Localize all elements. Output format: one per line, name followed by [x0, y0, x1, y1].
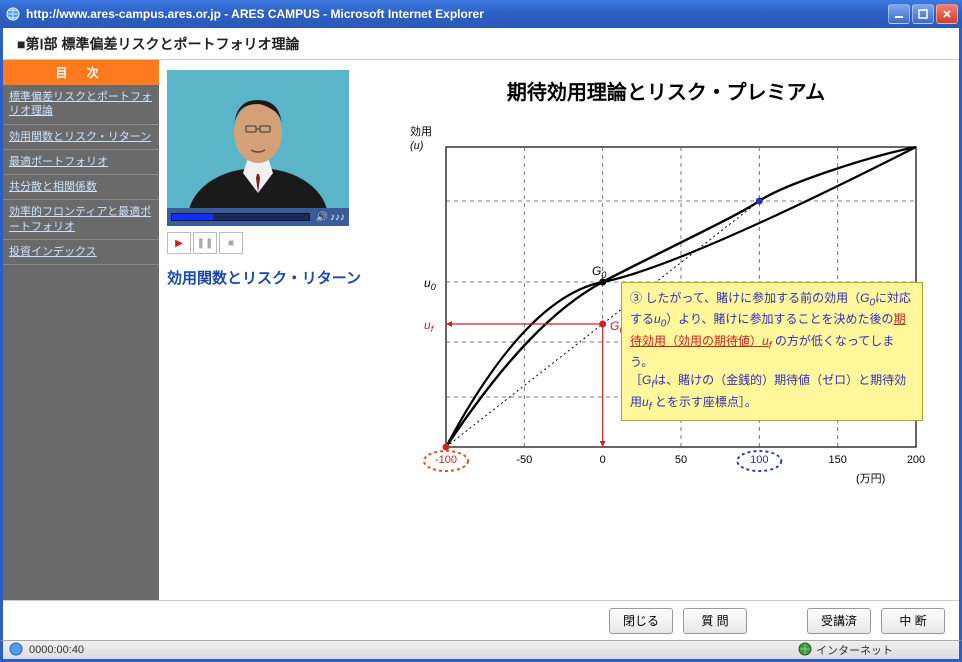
status-zone-label: インターネット [816, 642, 893, 658]
svg-text:150: 150 [829, 454, 847, 466]
y-ref-uf: uf [424, 318, 435, 334]
window-titlebar: http://www.ares-campus.ares.or.jp - ARES… [0, 0, 962, 28]
marker-gf [599, 321, 606, 328]
y-axis-label: 効用 [410, 124, 432, 138]
ie-status-icon [9, 642, 25, 658]
svg-text:100: 100 [750, 454, 768, 466]
minimize-button[interactable] [888, 4, 910, 24]
question-button[interactable]: 質 問 [683, 608, 747, 634]
svg-text:-100: -100 [435, 454, 457, 466]
toc-item-0[interactable]: 標準偏差リスクとポートフォリオ理論 [3, 85, 159, 125]
window-buttons [888, 4, 958, 24]
content-area: 🔊 ♪♪♪ ▶ ❚❚ ■ 効用関数とリスク・リターン 期待効用理論とリスク・プレ… [159, 60, 959, 600]
course-header: ■第Ⅰ部 標準偏差リスクとポートフォリオ理論 [3, 28, 959, 60]
video-progress-bar[interactable]: 🔊 ♪♪♪ [167, 208, 349, 226]
svg-text:-50: -50 [516, 454, 532, 466]
x-tick-labels: -100 -50 0 50 100 150 200 [435, 454, 925, 466]
page-frame: ■第Ⅰ部 標準偏差リスクとポートフォリオ理論 目 次 標準偏差リスクとポートフォ… [0, 28, 962, 640]
status-bar: 0000:00:40 インターネット [0, 640, 962, 662]
marker-neg100 [443, 444, 450, 451]
toc-item-3[interactable]: 共分散と相関係数 [3, 175, 159, 200]
svg-text:0: 0 [600, 454, 606, 466]
video-column: 🔊 ♪♪♪ ▶ ❚❚ ■ 効用関数とリスク・リターン [167, 70, 373, 590]
video-controls: ▶ ❚❚ ■ [167, 232, 373, 254]
chart-annotation: ③ したがって、賭けに参加する前の効用（G0に対応するu0）より、賭けに参加する… [621, 282, 923, 421]
chart-area: 期待効用理論とリスク・プレミアム 効用 (u) [381, 70, 951, 590]
status-zone: インターネット [798, 642, 953, 659]
pause-button[interactable]: ❚❚ [193, 232, 217, 254]
interrupt-button[interactable]: 中 断 [881, 608, 945, 634]
volume-icon[interactable]: 🔊 [316, 212, 328, 223]
svg-text:200: 200 [907, 454, 925, 466]
volume-label: ♪♪♪ [330, 212, 345, 223]
toc-item-5[interactable]: 投資インデックス [3, 240, 159, 265]
internet-zone-icon [798, 642, 812, 659]
close-button[interactable]: 閉じる [609, 608, 673, 634]
close-window-button[interactable] [936, 4, 958, 24]
x-axis-label: (万円) [856, 473, 885, 485]
status-time: 0000:00:40 [29, 644, 84, 656]
chart-title: 期待効用理論とリスク・プレミアム [381, 76, 951, 105]
toc-sidebar: 目 次 標準偏差リスクとポートフォリオ理論 効用関数とリスク・リターン 最適ポー… [3, 60, 159, 600]
progress-track[interactable] [171, 213, 310, 221]
toc-item-2[interactable]: 最適ポートフォリオ [3, 150, 159, 175]
toc-item-1[interactable]: 効用関数とリスク・リターン [3, 125, 159, 150]
maximize-button[interactable] [912, 4, 934, 24]
ie-icon [4, 5, 22, 23]
stop-button[interactable]: ■ [219, 232, 243, 254]
y-axis-sublabel: (u) [410, 140, 424, 152]
toc-item-4[interactable]: 効率的フロンティアと最適ポートフォリオ [3, 200, 159, 240]
slide-title: 効用関数とリスク・リターン [167, 268, 373, 289]
main-layout: 目 次 標準偏差リスクとポートフォリオ理論 効用関数とリスク・リターン 最適ポー… [3, 60, 959, 600]
label-g0: G0 [592, 264, 606, 280]
svg-text:50: 50 [675, 454, 687, 466]
toc-heading: 目 次 [3, 60, 159, 85]
play-button[interactable]: ▶ [167, 232, 191, 254]
y-ref-u0: u0 [424, 276, 436, 292]
footer-bar: 閉じる 質 問 受講済 中 断 [3, 600, 959, 640]
course-part-label: ■第Ⅰ部 標準偏差リスクとポートフォリオ理論 [17, 34, 299, 54]
window-title: http://www.ares-campus.ares.or.jp - ARES… [26, 7, 888, 21]
video-player[interactable] [167, 70, 349, 208]
marker-100 [756, 198, 763, 205]
progress-fill [172, 214, 213, 220]
completed-button[interactable]: 受講済 [807, 608, 871, 634]
